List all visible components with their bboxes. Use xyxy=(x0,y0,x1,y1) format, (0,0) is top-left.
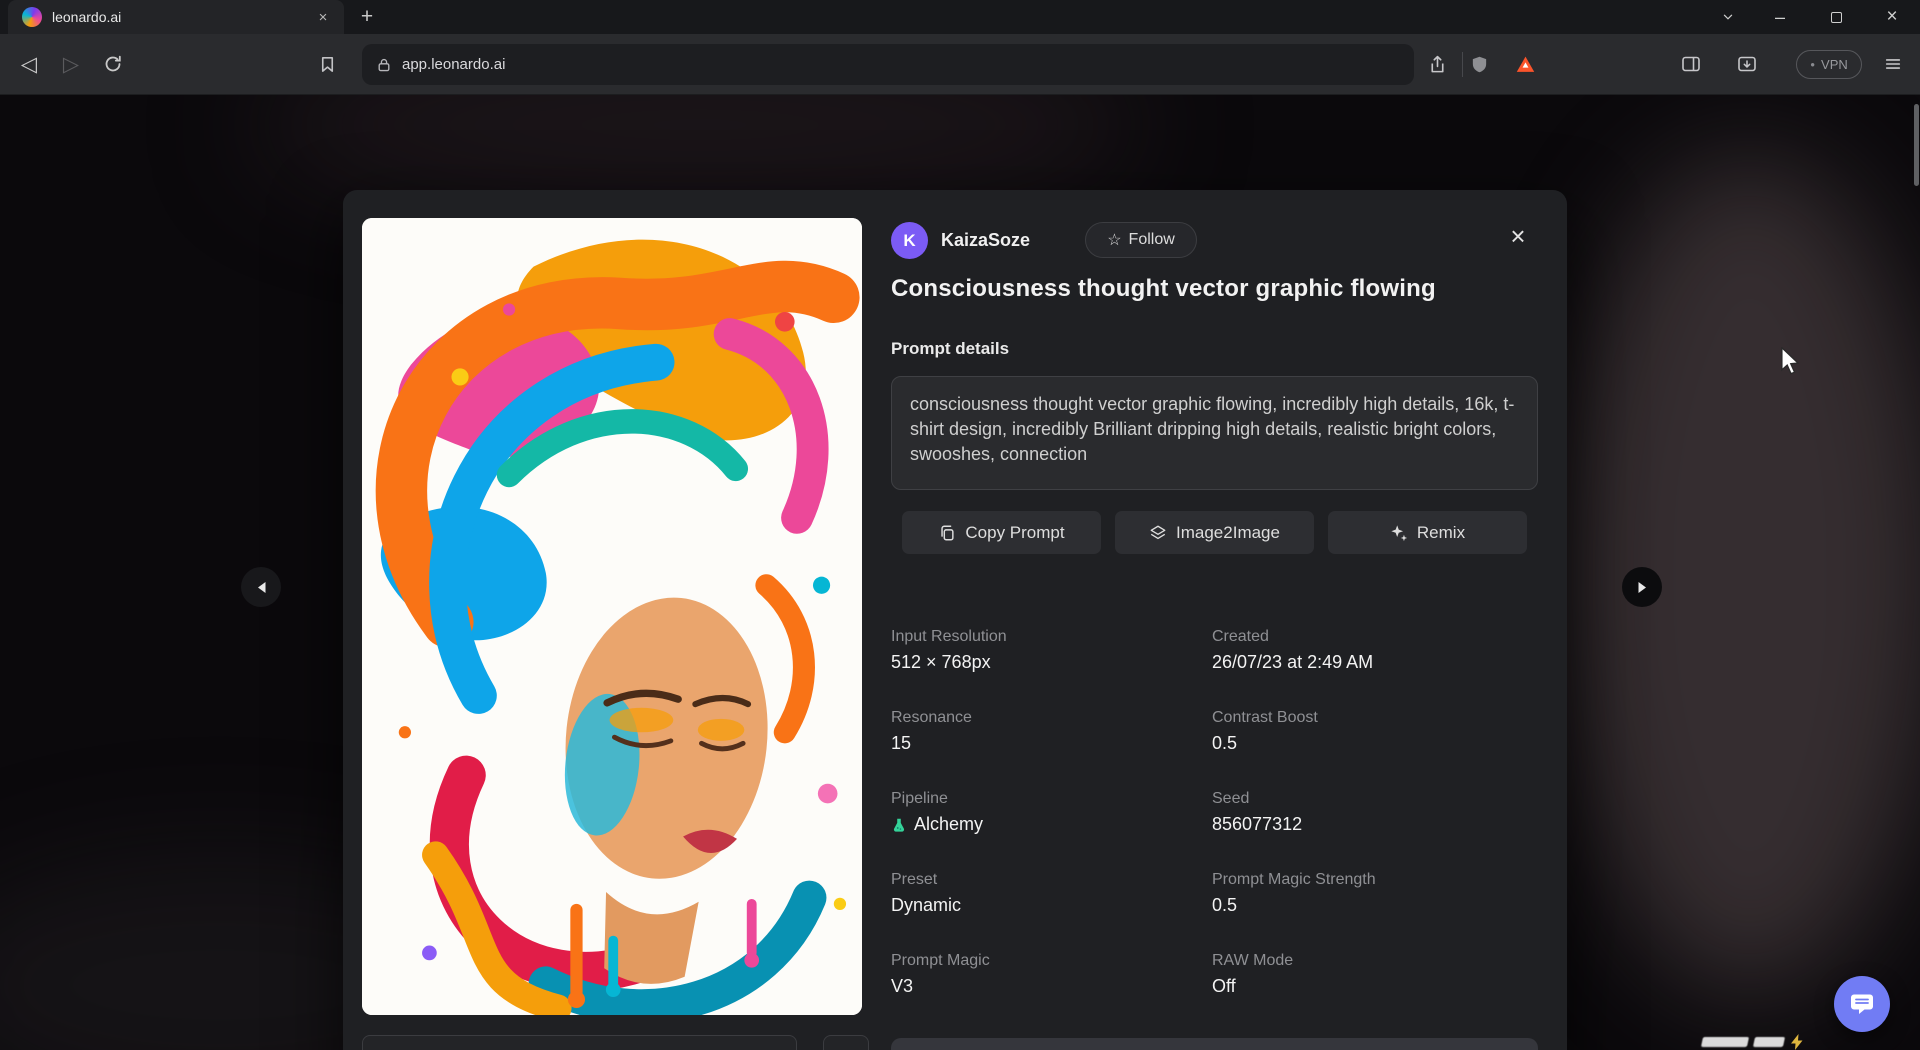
video-watermark xyxy=(1702,1033,1822,1050)
star-icon: ☆ xyxy=(1107,230,1121,250)
tab-search-chevron-icon[interactable] xyxy=(1704,0,1752,34)
generate-with-model-button[interactable]: Generate with this model xyxy=(891,1038,1538,1050)
artwork-illustration xyxy=(362,218,862,1015)
remix-sparkle-icon xyxy=(1390,524,1408,542)
flask-icon xyxy=(891,817,907,833)
lightning-bolt-icon xyxy=(1790,1034,1804,1050)
window-controls: – × xyxy=(1704,0,1920,34)
copy-icon xyxy=(938,524,956,542)
share-icon xyxy=(1428,55,1447,74)
backdrop-glow xyxy=(1560,155,1920,995)
meta-resonance: Resonance 15 xyxy=(891,709,1212,754)
brave-rewards-button[interactable] xyxy=(1508,47,1542,81)
back-button[interactable]: ◁ xyxy=(8,43,50,85)
support-chat-button[interactable] xyxy=(1834,976,1890,1032)
mouse-cursor xyxy=(1779,347,1801,380)
url-bar[interactable]: app.leonardo.ai xyxy=(362,44,1414,85)
remix-button[interactable]: Remix xyxy=(1328,511,1527,554)
bookmark-icon xyxy=(318,55,337,74)
watermark-text-fragment xyxy=(1753,1037,1785,1047)
leonardo-favicon-icon xyxy=(22,7,42,27)
generated-image xyxy=(362,218,862,1015)
forward-icon: ▷ xyxy=(63,52,79,77)
split-view-icon xyxy=(1737,54,1757,74)
vpn-status-dot: ● xyxy=(1810,60,1815,69)
prompt-details-heading: Prompt details xyxy=(891,339,1009,359)
meta-created: Created 26/07/23 at 2:49 AM xyxy=(1212,628,1538,673)
minimize-button[interactable]: – xyxy=(1752,0,1808,34)
brave-shields-button[interactable] xyxy=(1462,47,1496,81)
page-scrollbar[interactable] xyxy=(1914,104,1919,186)
maximize-icon xyxy=(1831,12,1842,23)
tab-title: leonardo.ai xyxy=(52,9,302,25)
vpn-button[interactable]: ● VPN xyxy=(1796,50,1862,79)
back-icon: ◁ xyxy=(21,52,37,77)
menu-icon xyxy=(1884,55,1902,73)
reload-button[interactable] xyxy=(92,43,134,85)
shield-icon xyxy=(1470,55,1489,74)
image2image-button[interactable]: Image2Image xyxy=(1115,511,1314,554)
tab-close-button[interactable]: × xyxy=(312,6,334,28)
meta-prompt-magic: Prompt Magic V3 xyxy=(891,952,1212,997)
modal-close-button[interactable]: × xyxy=(1500,218,1536,254)
reload-icon xyxy=(103,54,123,74)
page-content: K KaizaSoze ☆ Follow × Consciousness tho… xyxy=(0,95,1920,1050)
meta-seed: Seed 856077312 xyxy=(1212,790,1538,835)
split-view-button[interactable] xyxy=(1730,47,1764,81)
image-title: Consciousness thought vector graphic flo… xyxy=(891,275,1511,303)
user-avatar[interactable]: K xyxy=(891,222,928,259)
url-text: app.leonardo.ai xyxy=(402,56,505,73)
meta-contrast-boost: Contrast Boost 0.5 xyxy=(1212,709,1538,754)
remix-label: Remix xyxy=(1417,523,1465,543)
meta-preset: Preset Dynamic xyxy=(891,871,1212,916)
thumbnail-nav-button[interactable] xyxy=(823,1035,869,1050)
tab-bar: leonardo.ai × + – × xyxy=(0,0,1920,34)
maximize-button[interactable] xyxy=(1808,0,1864,34)
prompt-text: consciousness thought vector graphic flo… xyxy=(891,376,1538,490)
forward-button[interactable]: ▷ xyxy=(50,43,92,85)
copy-prompt-button[interactable]: Copy Prompt xyxy=(902,511,1101,554)
meta-pipeline: Pipeline Alchemy xyxy=(891,790,1212,835)
sidebar-toggle-button[interactable] xyxy=(1674,47,1708,81)
sidebar-toggle-icon xyxy=(1681,54,1701,74)
previous-image-button[interactable] xyxy=(241,567,281,607)
follow-label: Follow xyxy=(1129,231,1175,249)
follow-button[interactable]: ☆ Follow xyxy=(1085,222,1197,258)
image-metadata: Input Resolution 512 × 768px Created 26/… xyxy=(891,628,1538,997)
chevron-left-icon xyxy=(256,581,267,594)
prompt-actions: Copy Prompt Image2Image Remix xyxy=(902,511,1527,554)
image2image-label: Image2Image xyxy=(1176,523,1280,543)
new-tab-button[interactable]: + xyxy=(350,2,384,32)
meta-input-resolution: Input Resolution 512 × 768px xyxy=(891,628,1212,673)
browser-window: leonardo.ai × + – × ◁ ▷ app.leonardo.ai xyxy=(0,0,1920,1050)
lock-icon[interactable] xyxy=(376,57,392,73)
details-panel: K KaizaSoze ☆ Follow × Consciousness tho… xyxy=(891,190,1538,1050)
chat-icon xyxy=(1849,991,1875,1017)
tab-leonardo[interactable]: leonardo.ai × xyxy=(8,0,344,34)
next-image-button[interactable] xyxy=(1622,567,1662,607)
meta-raw-mode: RAW Mode Off xyxy=(1212,952,1538,997)
bookmark-button[interactable] xyxy=(310,47,344,81)
user-name[interactable]: KaizaSoze xyxy=(941,230,1030,251)
brave-rewards-triangle-icon xyxy=(1515,54,1536,75)
meta-prompt-magic-strength: Prompt Magic Strength 0.5 xyxy=(1212,871,1538,916)
watermark-text-fragment xyxy=(1701,1037,1749,1047)
window-close-button[interactable]: × xyxy=(1864,0,1920,34)
browser-toolbar: ◁ ▷ app.leonardo.ai ● VPN xyxy=(0,34,1920,95)
share-button[interactable] xyxy=(1420,47,1454,81)
browser-menu-button[interactable] xyxy=(1876,47,1910,81)
vpn-label: VPN xyxy=(1821,57,1848,72)
image-detail-modal: K KaizaSoze ☆ Follow × Consciousness tho… xyxy=(343,190,1567,1050)
thumbnail-strip[interactable] xyxy=(362,1035,797,1050)
chevron-right-icon xyxy=(1637,581,1648,594)
copy-prompt-label: Copy Prompt xyxy=(965,523,1064,543)
layers-icon xyxy=(1149,524,1167,542)
